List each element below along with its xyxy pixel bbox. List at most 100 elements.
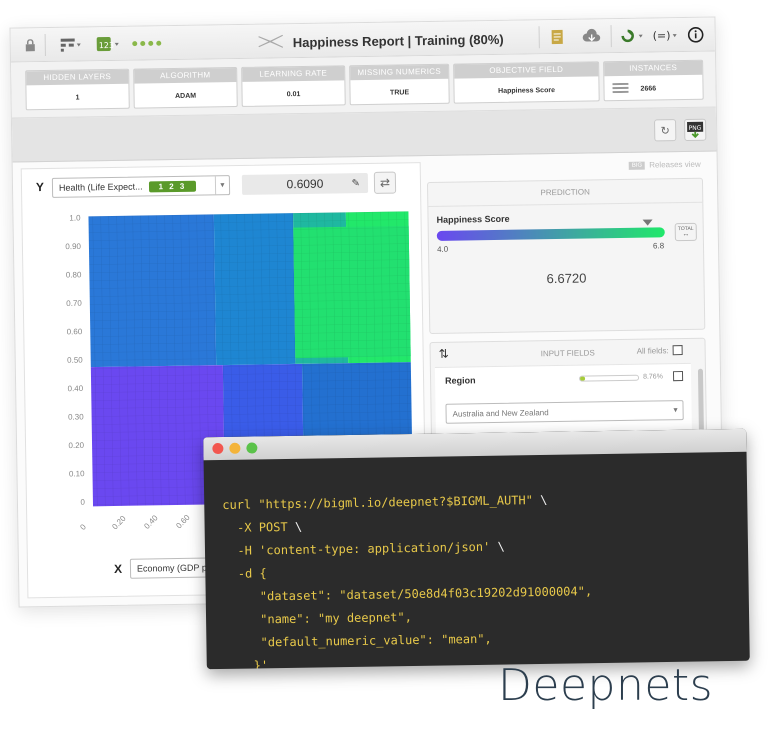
code-text: -d { xyxy=(223,566,267,581)
toolbar-separator xyxy=(610,25,612,48)
prediction-max: 6.8 xyxy=(652,241,665,251)
x-tick-label: 0.20 xyxy=(110,514,128,532)
sort-icon[interactable]: ⇅ xyxy=(439,347,449,361)
cloud-icon[interactable] xyxy=(581,27,603,45)
y-field-id-badge: 1 2 3 xyxy=(148,180,197,192)
all-fields-checkbox[interactable] xyxy=(672,345,683,356)
tree-view-icon[interactable] xyxy=(57,35,83,53)
summary-card-value: 2666 xyxy=(640,84,657,93)
info-icon[interactable] xyxy=(687,26,705,44)
prediction-range-bar xyxy=(436,227,665,241)
y-tick-label: 1.0 xyxy=(69,213,81,222)
x-tick-label: 0.60 xyxy=(174,513,192,531)
lock-icon[interactable] xyxy=(23,36,37,54)
code-continuation: \ xyxy=(540,492,548,507)
input-fields-header: INPUT FIELDS xyxy=(540,348,595,359)
field-checkbox[interactable] xyxy=(672,371,684,382)
total-button[interactable]: TOTAL ↔ xyxy=(674,222,697,242)
y-field-select[interactable]: Health (Life Expect... 1 2 3 ▼ xyxy=(51,175,231,198)
code-text: -X POST xyxy=(222,519,295,535)
prediction-min: 4.0 xyxy=(436,244,449,254)
page-title: Happiness Report | Training (80%) xyxy=(257,29,504,53)
svg-text:(=): (=) xyxy=(653,29,671,42)
close-dot-icon[interactable] xyxy=(212,442,224,455)
prediction-marker-icon xyxy=(642,219,653,226)
chevron-down-icon: ▼ xyxy=(214,176,230,195)
x-tick-label: 0 xyxy=(78,522,88,532)
y-tick-label: 0.50 xyxy=(67,356,83,365)
code-text: curl "https://bigml.io/deepnet?$BIGML_AU… xyxy=(222,492,541,512)
prediction-field-name: Happiness Score xyxy=(436,213,510,225)
y-tick-label: 0.90 xyxy=(65,242,81,251)
field-importance-fill xyxy=(580,376,586,381)
summary-card-header: INSTANCES xyxy=(604,60,703,77)
x-tick-label: 0.40 xyxy=(142,513,160,531)
network-icon xyxy=(257,32,285,53)
toolbar-separator xyxy=(44,34,46,57)
code-continuation: \ xyxy=(294,519,303,534)
summary-card-learning-rate: LEARNING RATE 0.01 xyxy=(241,65,346,107)
swap-axes-button[interactable]: ⇄ xyxy=(373,171,397,194)
pencil-icon[interactable]: ✎ xyxy=(351,178,360,189)
more-dots-icon[interactable] xyxy=(131,34,165,53)
actions-icon[interactable] xyxy=(619,27,647,45)
chevron-down-icon: ▼ xyxy=(672,406,680,414)
maximize-dot-icon[interactable] xyxy=(246,442,258,454)
region-select[interactable]: Australia and New Zealand ▼ xyxy=(445,400,684,424)
stage: 123 Happiness Report | Training (80%) (=… xyxy=(0,0,768,731)
scrollbar[interactable] xyxy=(697,368,705,439)
code-continuation: \ xyxy=(497,539,505,554)
y-axis-label: Y xyxy=(35,180,45,195)
releases-view-link[interactable]: BIG Releases view xyxy=(628,159,701,170)
field-importance-percent: 8.76% xyxy=(643,373,663,381)
report-icon[interactable] xyxy=(549,28,567,46)
x-axis-label: X xyxy=(113,561,123,577)
predict-icon[interactable]: (=) xyxy=(651,26,679,44)
summary-card-value-row: 2666 xyxy=(604,75,702,103)
refresh-button[interactable]: ↻ xyxy=(654,119,677,142)
summary-card-objective-field: OBJECTIVE FIELD Happiness Score xyxy=(453,61,600,104)
summary-card-value: Happiness Score xyxy=(498,86,555,95)
model-type-icon[interactable]: 123 xyxy=(95,35,123,53)
range-icon: ↔ xyxy=(682,230,690,239)
summary-card-missing-numerics: MISSING NUMERICS TRUE xyxy=(349,63,450,106)
terminal-window: curl "https://bigml.io/deepnet?$BIGML_AU… xyxy=(203,428,750,670)
all-fields-label: All fields: xyxy=(636,345,669,356)
code-text: "dataset": "dataset/50e8d4f03c19202d9100… xyxy=(223,584,593,604)
prediction-value: 6.6720 xyxy=(546,270,587,287)
y-tick-label: 0.20 xyxy=(68,441,84,450)
summary-card-instances: INSTANCES 2666 xyxy=(603,59,704,103)
field-importance-bar xyxy=(579,374,640,382)
y-field-name: Health (Life Expect... xyxy=(58,181,143,193)
all-fields-toggle[interactable]: All fields: xyxy=(637,345,683,356)
instances-list-icon xyxy=(612,82,629,95)
svg-text:123: 123 xyxy=(99,41,114,50)
input-field-name: Region xyxy=(445,375,476,386)
y-value-field[interactable]: 0.6090 ✎ xyxy=(241,172,369,195)
prediction-box: PREDICTION Happiness Score 4.0 6.8 TOTAL… xyxy=(426,177,706,335)
svg-text:PNG: PNG xyxy=(689,125,702,132)
refresh-icon: ↻ xyxy=(660,124,670,137)
png-export-button[interactable]: PNG xyxy=(684,118,707,141)
y-value: 0.6090 xyxy=(286,176,324,192)
summary-card-value: ADAM xyxy=(175,92,197,100)
y-tick-label: 0.80 xyxy=(66,270,82,279)
summary-card-algorithm: ALGORITHM ADAM xyxy=(133,67,238,109)
releases-view-text: Releases view xyxy=(649,159,701,170)
summary-card-value: TRUE xyxy=(389,88,410,97)
minimize-dot-icon[interactable] xyxy=(229,442,241,454)
y-tick-label: 0.40 xyxy=(68,384,84,393)
y-tick-label: 0 xyxy=(80,498,85,507)
brand-title: Deepnets xyxy=(498,660,714,711)
swap-axes-icon: ⇄ xyxy=(379,175,391,190)
code-text: -H 'content-type: application/json' xyxy=(222,539,498,558)
prediction-header: PREDICTION xyxy=(427,178,703,208)
summary-card-value: 1 xyxy=(75,93,80,102)
y-tick-label: 0.10 xyxy=(69,469,85,478)
png-download-icon: PNG xyxy=(687,121,704,139)
summary-card-header: MISSING NUMERICS xyxy=(350,64,449,81)
code-block: curl "https://bigml.io/deepnet?$BIGML_AU… xyxy=(222,465,594,669)
releases-badge-icon: BIG xyxy=(628,161,646,170)
summary-card-value: 0.01 xyxy=(286,90,301,98)
toolbar-separator xyxy=(538,26,540,49)
